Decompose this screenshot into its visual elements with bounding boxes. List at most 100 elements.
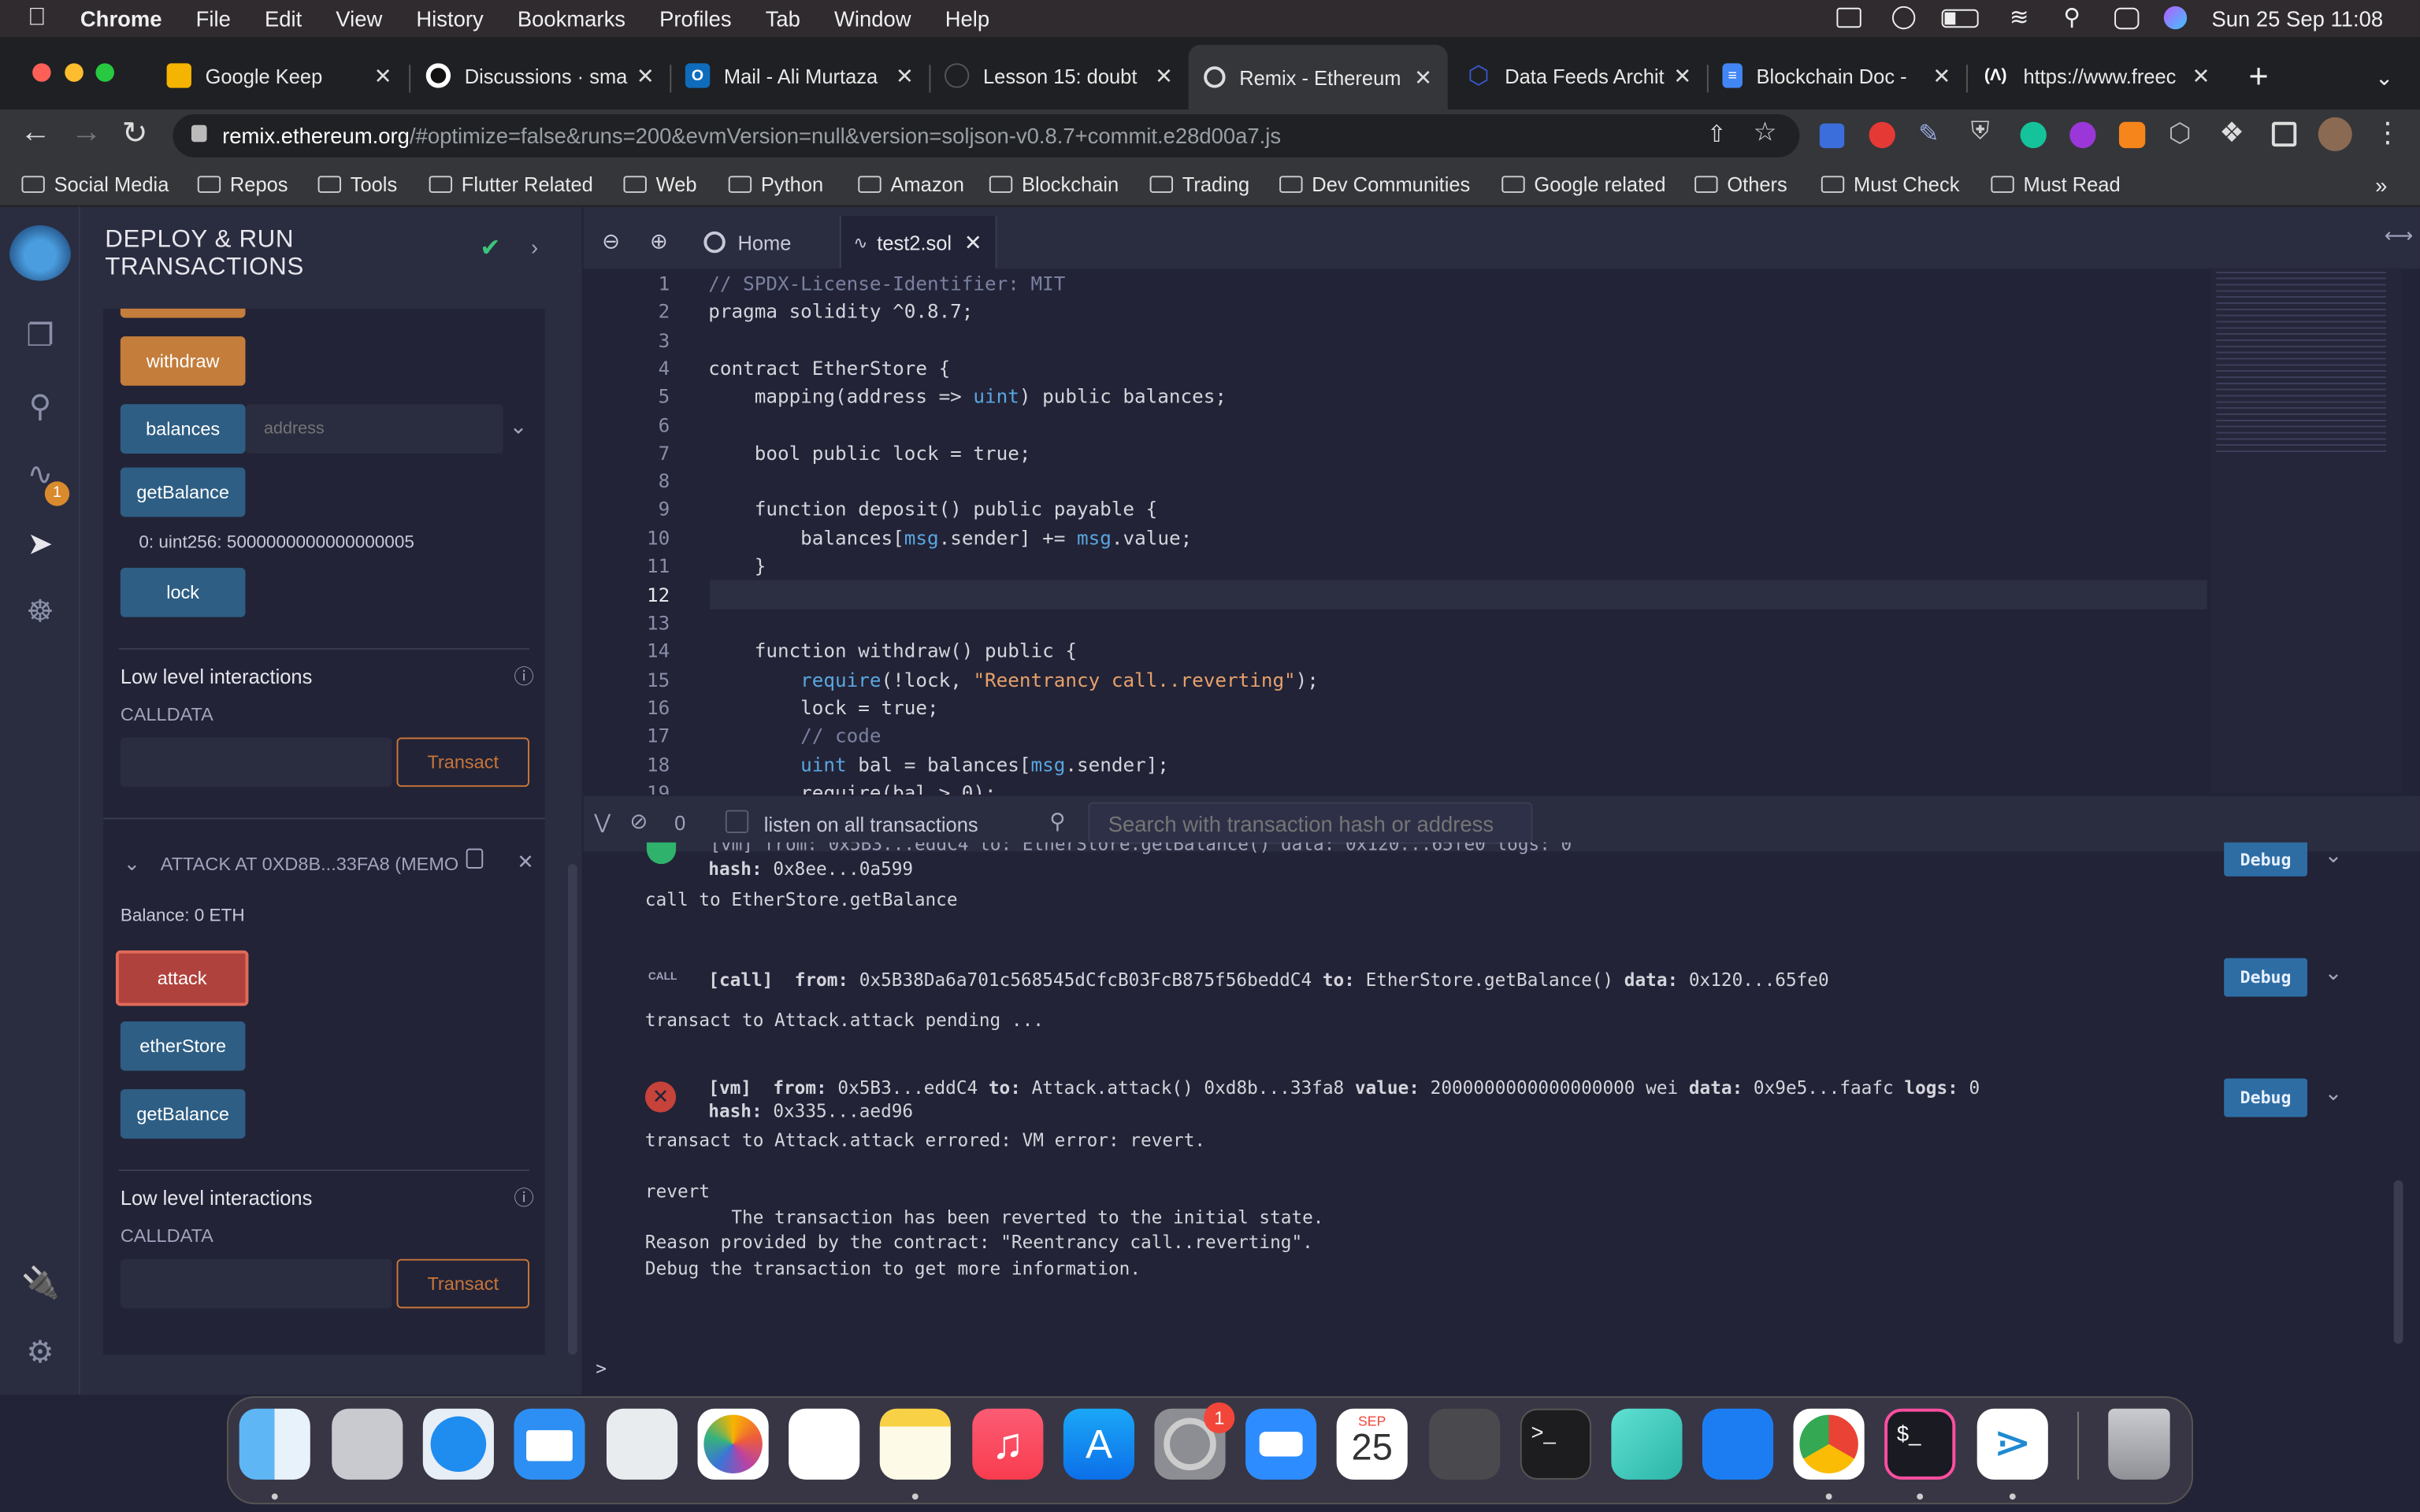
chevron-down-icon[interactable]: ⌄ [2325,960,2343,986]
bookmark-folder[interactable]: Trading [1149,172,1249,196]
bookmark-folder[interactable]: Tools [317,172,397,196]
tab-freecodecamp[interactable]: (Λ) https://www.freec ✕ [1966,53,2225,99]
console-prompt[interactable]: > [596,1358,607,1379]
sidebar-toggle-icon[interactable] [2271,121,2297,147]
close-tab-icon[interactable]: ✕ [374,62,392,88]
forward-arrow-icon[interactable]: → [71,116,102,151]
spotlight-search-icon[interactable]: ⚲ [2063,3,2080,31]
iterm-icon[interactable]: $_ [1884,1408,1956,1480]
bookmark-star-icon[interactable]: ☆ [1754,117,1777,148]
remix-logo-icon[interactable] [9,225,72,281]
more-menu-icon[interactable]: ⋮ [2374,117,2401,150]
menu-window[interactable]: Window [834,6,911,31]
bookmark-folder[interactable]: Flutter Related [429,172,593,196]
side-panel-scrollbar[interactable] [567,864,577,1355]
bookmark-folder[interactable]: Python [728,172,823,196]
lock-icon[interactable] [191,124,207,143]
close-tab-icon[interactable]: ✕ [2192,62,2210,88]
debug-button[interactable]: Debug [2224,842,2307,876]
back-arrow-icon[interactable]: ← [20,116,50,151]
transact-button[interactable]: Transact [396,1258,529,1309]
notes-icon[interactable] [879,1408,951,1480]
bookmark-folder[interactable]: Repos [197,172,288,196]
wifi-icon[interactable]: ≋ [2010,3,2029,31]
grammarly-icon[interactable] [2020,121,2047,149]
window-minimize-button[interactable] [65,63,84,82]
menu-help[interactable]: Help [945,6,989,31]
chevron-down-icon[interactable]: ⌄ [124,851,140,876]
finder-icon[interactable] [239,1408,310,1480]
menubar-datetime[interactable]: Sun 25 Sep 11:08 [2212,6,2384,31]
info-icon[interactable]: ⓘ [514,661,534,690]
debug-button[interactable]: Debug [2224,958,2307,997]
keyboard-icon[interactable] [1836,7,1861,28]
bookmark-folder[interactable]: Google related [1501,172,1666,196]
debugger-bug-icon[interactable]: ☸ [21,594,58,631]
bookmark-folder[interactable]: Dev Communities [1279,172,1470,196]
metamask-icon[interactable] [2118,121,2146,149]
bookmark-folder[interactable]: Web [623,172,697,196]
new-tab-plus-icon[interactable]: + [2249,57,2269,95]
minimap[interactable] [2210,268,2402,794]
tab-blockchain-doc[interactable]: ≡ Blockchain Doc - ✕ [1707,53,1966,99]
tab-mail[interactable]: O Mail - Ali Murtaza ✕ [670,53,929,99]
xcode-icon[interactable] [1702,1408,1774,1480]
bookmarks-overflow-icon[interactable]: » [2375,172,2387,197]
file-explorer-icon[interactable]: ❐ [21,318,58,355]
user-icon[interactable] [1891,6,1916,30]
bookmark-folder[interactable]: Must Read [1991,172,2121,196]
clear-console-icon[interactable]: ⊘ [629,809,648,835]
bookmark-folder[interactable]: Amazon [858,172,964,196]
close-tab-icon[interactable]: ✕ [1414,64,1432,90]
transaction-search-input[interactable] [1088,802,1533,844]
chevron-down-icon[interactable]: ⌄ [510,413,528,439]
menu-tab[interactable]: Tab [766,6,800,31]
getbalance-button[interactable]: getBalance [120,1089,246,1139]
cube-app-icon[interactable] [1611,1408,1683,1480]
withdraw-button[interactable]: withdraw [120,336,246,386]
battery-icon[interactable] [1941,9,1979,28]
close-tab-icon[interactable]: ✕ [1155,62,1173,88]
app-store-icon[interactable]: A [1063,1408,1134,1480]
bookmark-folder[interactable]: Must Check [1821,172,1959,196]
expand-horizontal-icon[interactable]: ⟷ [2385,224,2414,248]
menu-app-name[interactable]: Chrome [80,6,162,31]
tab-test2-sol[interactable]: ∿ test2.sol ✕ [839,216,997,269]
reload-icon[interactable]: ↻ [122,114,148,153]
photos-icon[interactable] [697,1408,769,1480]
attack-button[interactable]: attack [115,950,249,1006]
close-icon[interactable]: ✕ [517,850,533,875]
close-tab-icon[interactable]: ✕ [896,62,914,88]
calldata-input[interactable] [120,737,392,788]
apple-icon[interactable]:  [28,5,46,32]
close-tab-icon[interactable]: ✕ [637,62,655,88]
share-icon[interactable]: ⇧ [1707,120,1727,148]
bookmark-folder[interactable]: Blockchain [989,172,1119,196]
control-center-icon[interactable] [2114,7,2140,30]
bookmark-folder[interactable]: Social Media [21,172,169,196]
instance-title[interactable]: ATTACK AT 0XD8B...33FA8 (MEMO [161,853,458,874]
getbalance-button[interactable]: getBalance [120,467,246,517]
deploy-run-icon[interactable]: ➤ [21,526,58,563]
chevron-down-icon[interactable]: ⌄ [2325,1080,2343,1106]
menu-file[interactable]: File [196,6,231,31]
terminal-scrollbar[interactable] [2393,1180,2403,1344]
menu-bookmarks[interactable]: Bookmarks [518,6,625,31]
lock-button[interactable]: lock [120,567,246,617]
mail-icon[interactable] [514,1408,585,1480]
search-icon[interactable]: ⚲ [21,389,58,426]
extension-icon[interactable] [1819,123,1845,149]
menu-view[interactable]: View [336,6,382,31]
listen-checkbox[interactable] [725,810,749,833]
tab-remix-active[interactable]: Remix - Ethereum ✕ [1188,44,1448,110]
transact-button[interactable]: Transact [396,737,529,788]
calculator-icon[interactable] [1429,1408,1501,1480]
siri-icon[interactable] [2163,6,2188,30]
balances-address-input[interactable] [245,404,503,454]
tab-lesson-15[interactable]: Lesson 15: doubt ✕ [929,53,1188,99]
chevron-right-icon[interactable]: › [531,235,538,259]
zoom-in-icon[interactable]: ⊕ [650,228,668,254]
launchpad-icon[interactable] [332,1408,403,1480]
profile-avatar[interactable] [2318,117,2352,151]
window-zoom-button[interactable] [95,63,114,82]
